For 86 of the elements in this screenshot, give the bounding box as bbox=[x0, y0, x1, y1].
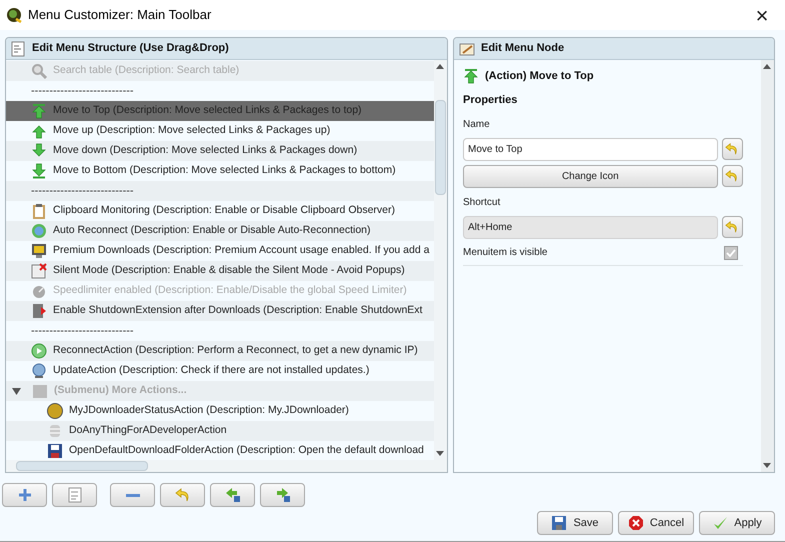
undo-arrow-icon bbox=[725, 142, 740, 156]
cross-octagon-icon bbox=[628, 515, 644, 531]
arrow-to-bottom-icon bbox=[31, 163, 47, 179]
menu-item-label: Auto Reconnect (Description: Enable or Disable Auto-Reconnection) bbox=[53, 223, 371, 238]
window-cross-icon bbox=[31, 263, 47, 279]
panel-title: Edit Menu Node bbox=[481, 41, 564, 56]
arrow-left-disk-icon bbox=[224, 487, 240, 503]
menu-item-row[interactable]: Enable ShutdownExtension after Downloads (Description: Enable ShutdownExt bbox=[6, 301, 434, 321]
remove-button[interactable] bbox=[110, 483, 155, 507]
menu-item-label: DoAnyThingForADeveloperAction bbox=[69, 423, 227, 438]
save-button[interactable]: Save bbox=[537, 511, 613, 535]
reset-button[interactable] bbox=[722, 138, 743, 160]
reset-button[interactable] bbox=[722, 165, 743, 187]
cancel-button[interactable]: Cancel bbox=[618, 511, 694, 535]
menu-item-label: Clipboard Monitoring (Description: Enable or Disable Clipboard Observer) bbox=[53, 203, 395, 218]
field-label: Shortcut bbox=[463, 196, 502, 210]
app-logo-icon bbox=[6, 7, 22, 23]
checkmark-icon bbox=[726, 248, 736, 258]
menu-item-label: Silent Mode (Description: Enable & disable the Silent Mode - Avoid Popups) bbox=[53, 263, 405, 278]
globe-monitor-icon bbox=[31, 363, 47, 379]
name-field[interactable]: Move to Top bbox=[463, 138, 718, 160]
scroll-down-arrow-icon bbox=[436, 451, 444, 456]
menu-item-label: Move down (Description: Move selected Links & Packages down) bbox=[53, 143, 358, 158]
menu-item-label: Enable ShutdownExtension after Downloads (Description: Enable ShutdownExt bbox=[53, 303, 422, 318]
scroll-thumb[interactable] bbox=[435, 100, 446, 195]
minus-icon bbox=[126, 494, 140, 496]
menu-item-row[interactable]: Auto Reconnect (Description: Enable or Disable Auto-Reconnection) bbox=[6, 221, 434, 241]
monitor-icon bbox=[31, 243, 47, 259]
horizontal-scrollbar[interactable] bbox=[6, 460, 447, 472]
notepad-pencil-icon bbox=[459, 40, 475, 56]
separator-line: ---------------------------- bbox=[31, 326, 134, 336]
scroll-up-arrow-icon bbox=[436, 64, 444, 69]
magnifier-icon bbox=[31, 63, 47, 79]
door-arrow-icon bbox=[31, 303, 47, 319]
menu-item-label: UpdateAction (Description: Check if there are not installed updates.) bbox=[53, 363, 370, 378]
undo-arrow-icon bbox=[725, 169, 740, 183]
menu-item-label: Premium Downloads (Description: Premium Account usage enabled. If you add a bbox=[53, 243, 430, 258]
menu-item-row[interactable]: ReconnectAction (Description: Perform a Reconnect, to get a new dynamic IP) bbox=[6, 341, 434, 361]
vertical-scrollbar[interactable] bbox=[761, 60, 774, 472]
arrow-right-disk-icon bbox=[274, 487, 290, 503]
separator-line: ---------------------------- bbox=[31, 186, 134, 196]
menu-item-label: OpenDefaultDownloadFolderAction (Description: Open the default download bbox=[69, 443, 424, 458]
reset-button[interactable] bbox=[722, 216, 743, 238]
menu-item-label: Speedlimiter enabled (Description: Enable/Disable the global Speed Limiter) bbox=[53, 283, 407, 298]
add-button[interactable] bbox=[2, 483, 47, 507]
database-icon bbox=[47, 423, 63, 439]
panel-title: Edit Menu Structure (Use Drag&Drop) bbox=[32, 41, 229, 56]
add-submenu-button[interactable] bbox=[52, 483, 97, 507]
field-label: Name bbox=[463, 118, 491, 132]
list-document-icon bbox=[10, 40, 26, 56]
menu-item-label: (Submenu) More Actions... bbox=[54, 383, 187, 398]
node-title: (Action) Move to Top bbox=[485, 68, 594, 84]
checkbox-label: Menuitem is visible bbox=[463, 246, 548, 260]
vertical-scrollbar[interactable] bbox=[434, 60, 447, 460]
menu-item-row[interactable]: Silent Mode (Description: Enable & disable the Silent Mode - Avoid Popups) bbox=[6, 261, 434, 281]
separator-line: ---------------------------- bbox=[31, 86, 134, 96]
arrow-to-top-icon bbox=[31, 103, 47, 119]
undo-arrow-icon bbox=[174, 487, 190, 503]
scroll-up-arrow-icon bbox=[763, 64, 771, 69]
menu-item-label: Move up (Description: Move selected Links & Packages up) bbox=[53, 123, 330, 138]
section-heading: Properties bbox=[463, 93, 518, 108]
gauge-icon bbox=[31, 283, 47, 299]
menu-item-label: MyJDownloaderStatusAction (Description: My.JDownloader) bbox=[69, 403, 349, 418]
clipboard-icon bbox=[31, 203, 47, 219]
close-button[interactable]: × bbox=[739, 0, 785, 30]
scroll-down-arrow-icon bbox=[763, 463, 771, 468]
menu-item-row[interactable]: Move down (Description: Move selected Links & Packages down) bbox=[6, 141, 434, 161]
change-icon-button[interactable]: Change Icon bbox=[463, 164, 718, 188]
menu-item-label: Move to Top (Description: Move selected Links & Packages to top) bbox=[53, 103, 362, 118]
arrow-down-icon bbox=[31, 143, 47, 159]
reset-button[interactable] bbox=[160, 483, 205, 507]
document-list-icon bbox=[66, 487, 82, 503]
scroll-thumb[interactable] bbox=[16, 461, 148, 471]
undo-arrow-icon bbox=[725, 220, 740, 234]
menu-item-label: Search table (Description: Search table) bbox=[53, 63, 240, 78]
menu-item-label: ReconnectAction (Description: Perform a Reconnect, to get a new dynamic IP) bbox=[53, 343, 418, 358]
window-title: Menu Customizer: Main Toolbar bbox=[28, 6, 212, 24]
import-button[interactable] bbox=[210, 483, 255, 507]
menu-item-label: Move to Bottom (Description: Move selected Links & Packages to bottom) bbox=[53, 163, 396, 178]
visible-checkbox[interactable] bbox=[724, 246, 738, 260]
arrow-to-top-icon bbox=[463, 68, 479, 84]
arrow-up-icon bbox=[31, 123, 47, 139]
export-button[interactable] bbox=[260, 483, 305, 507]
shortcut-field[interactable]: Alt+Home bbox=[463, 216, 718, 238]
plus-icon bbox=[16, 487, 32, 503]
apply-button[interactable]: Apply bbox=[699, 511, 775, 535]
